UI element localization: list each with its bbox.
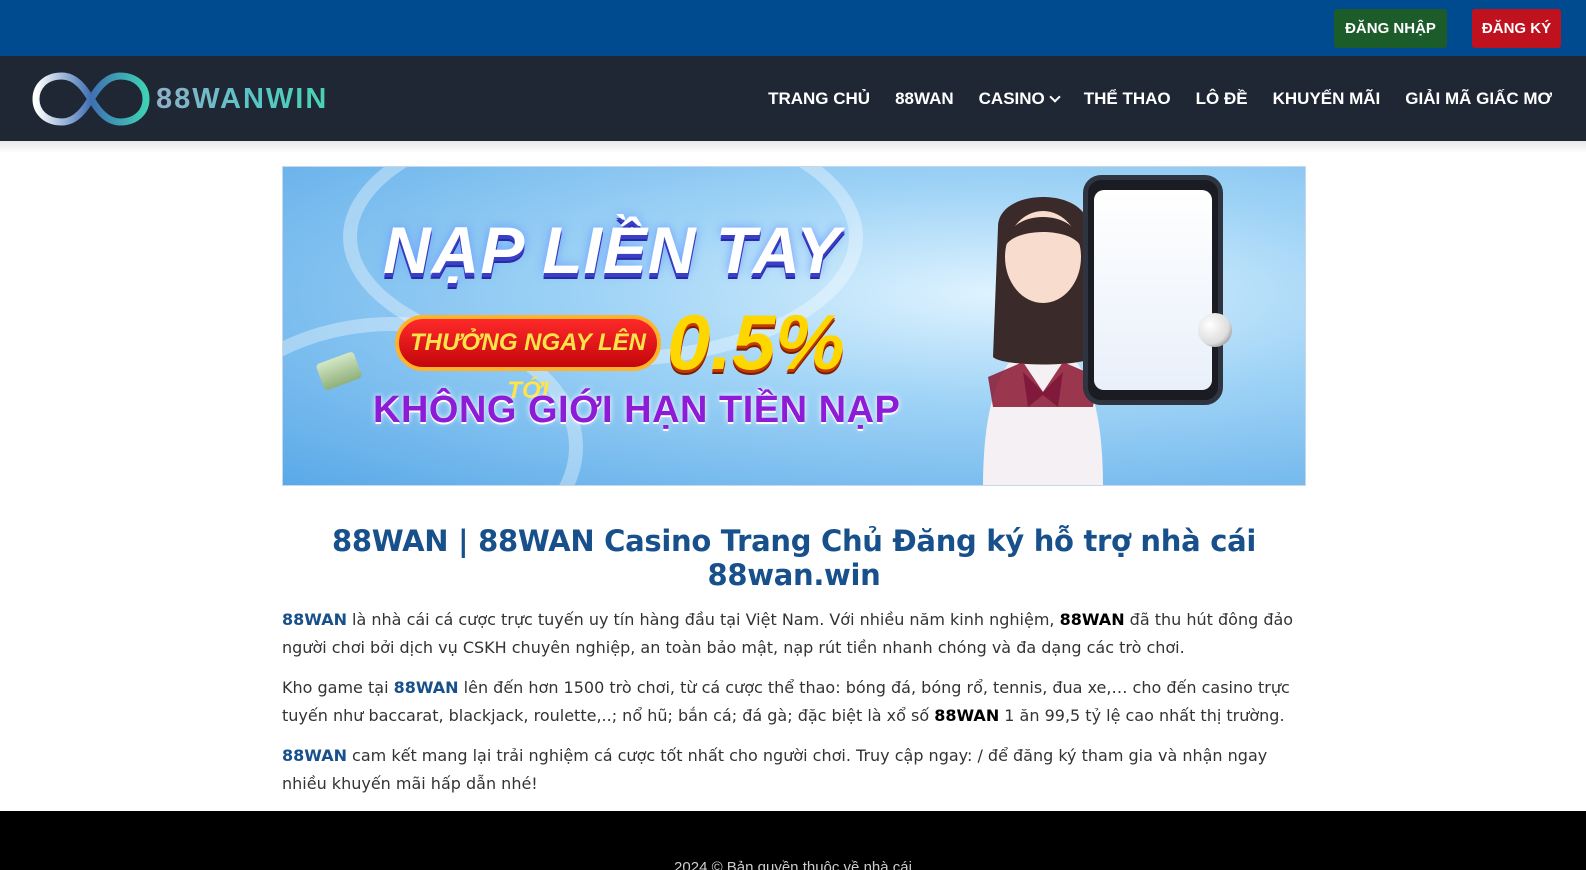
site-logo[interactable]: 88WANWIN bbox=[32, 68, 332, 130]
nav-item-lo-de[interactable]: LÔ ĐỀ bbox=[1196, 89, 1248, 109]
soccer-ball-icon bbox=[1198, 313, 1232, 347]
nav-item-the-thao[interactable]: THỂ THAO bbox=[1084, 89, 1171, 109]
nav-item-label: LÔ ĐỀ bbox=[1195, 88, 1248, 108]
article-paragraph: Kho game tại 88WAN lên đến hơn 1500 trò … bbox=[282, 674, 1306, 730]
keyword-link[interactable]: 88WAN bbox=[282, 610, 347, 629]
chevron-down-icon bbox=[1049, 90, 1061, 103]
banner-pill: THƯỞNG NGAY LÊN TỚI bbox=[395, 315, 661, 404]
nav-item-label: TRANG CHỦ bbox=[768, 88, 871, 108]
keyword-link[interactable]: 88WAN bbox=[394, 678, 459, 697]
top-bar: ĐĂNG NHẬP ĐĂNG KÝ bbox=[0, 0, 1586, 56]
register-button[interactable]: ĐĂNG KÝ bbox=[1472, 9, 1561, 48]
keyword-bold: 88WAN bbox=[934, 706, 1000, 725]
infinity-logo-icon bbox=[32, 72, 150, 126]
promo-banner[interactable]: NẠP LIỀN TAY THƯỞNG NGAY LÊN TỚI 0.5% KH… bbox=[282, 166, 1306, 486]
paragraph-text: 1 ăn 99,5 tỷ lệ cao nhất thị trường. bbox=[999, 706, 1285, 725]
nav-item-trang-chu[interactable]: TRANG CHỦ bbox=[768, 89, 870, 109]
main-navbar: 88WANWIN TRANG CHỦ 88WAN CASINO THỂ THAO… bbox=[0, 56, 1586, 141]
article-content: 88WAN | 88WAN Casino Trang Chủ Đăng ký h… bbox=[282, 510, 1306, 810]
logo-text: 88WANWIN bbox=[156, 82, 329, 115]
paragraph-text: cam kết mang lại trải nghiệm cá cược tốt… bbox=[282, 746, 1268, 793]
nav-item-casino[interactable]: CASINO bbox=[978, 88, 1061, 109]
footer: 2024 © Bản quyền thuộc về nhà cái bbox=[0, 811, 1586, 870]
navbar-shadow bbox=[0, 141, 1586, 153]
nav-item-label: 88WAN bbox=[895, 88, 954, 108]
footer-copyright: 2024 © Bản quyền thuộc về nhà cái bbox=[674, 859, 912, 870]
keyword-bold: 88WAN bbox=[1059, 610, 1125, 629]
login-button[interactable]: ĐĂNG NHẬP bbox=[1334, 9, 1447, 48]
nav-item-88wan[interactable]: 88WAN bbox=[895, 89, 954, 109]
banner-subline: KHÔNG GIỚI HẠN TIỀN NẠP bbox=[373, 389, 901, 431]
article-paragraph: 88WAN là nhà cái cá cược trực tuyến uy t… bbox=[282, 606, 1306, 662]
banner-headline: NẠP LIỀN TAY bbox=[383, 213, 842, 287]
phone-screen bbox=[1094, 190, 1212, 390]
banner-phone-image bbox=[1083, 175, 1223, 405]
keyword-link[interactable]: 88WAN bbox=[282, 746, 347, 765]
article-paragraph: 88WAN cam kết mang lại trải nghiệm cá cư… bbox=[282, 742, 1306, 798]
nav-item-label: GIẢI MÃ GIẤC MƠ bbox=[1405, 88, 1552, 108]
nav-item-khuyen-mai[interactable]: KHUYẾN MÃI bbox=[1273, 89, 1381, 109]
paragraph-text: Kho game tại bbox=[282, 678, 394, 697]
nav-item-label: KHUYẾN MÃI bbox=[1272, 88, 1381, 108]
nav-item-label: THỂ THAO bbox=[1083, 88, 1171, 108]
nav-item-label: CASINO bbox=[978, 88, 1045, 108]
nav-item-giai-ma-giac-mo[interactable]: GIẢI MÃ GIẤC MƠ bbox=[1405, 89, 1552, 109]
paragraph-text: là nhà cái cá cược trực tuyến uy tín hàn… bbox=[346, 610, 1060, 629]
page-title: 88WAN | 88WAN Casino Trang Chủ Đăng ký h… bbox=[331, 524, 1256, 592]
banner-percent: 0.5% bbox=[667, 298, 845, 386]
primary-nav: TRANG CHỦ 88WAN CASINO THỂ THAO LÔ ĐỀ KH… bbox=[743, 56, 1552, 141]
